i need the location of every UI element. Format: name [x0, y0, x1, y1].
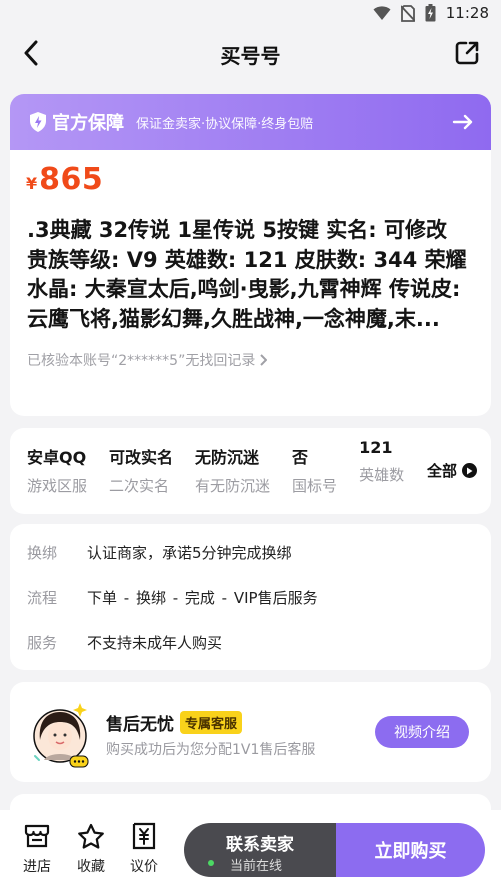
info-key: 换绑: [27, 544, 58, 562]
chevron-right-icon: [260, 354, 268, 366]
battery-icon: [425, 4, 436, 22]
info-row: 流程 下单 - 换绑 - 完成 - VIP售后服务: [27, 575, 474, 620]
service-badge: 专属客服: [180, 711, 243, 734]
service-title: 售后无忧: [106, 715, 174, 735]
buy-now-button[interactable]: 立即购买: [336, 823, 485, 877]
all-attributes-label: 全部: [426, 462, 457, 480]
contact-seller-label: 联系卖家: [226, 835, 294, 855]
info-value: 下单 - 换绑 - 完成 - VIP售后服务: [87, 589, 318, 607]
attribute-item: 否 国标号: [292, 444, 337, 514]
attribute-label: 游戏区服: [27, 477, 88, 495]
price: ¥ 865: [10, 150, 491, 200]
online-indicator: [208, 860, 214, 866]
share-button[interactable]: [451, 37, 483, 69]
guarantee-description: 保证金卖家·协议保障·终身包赔: [136, 116, 314, 132]
info-value: 认证商家，承诺5分钟完成换绑: [87, 544, 292, 562]
bargain-icon: [132, 822, 156, 850]
after-sales-card: 售后无忧 专属客服 购买成功后为您分配1V1售后客服 视频介绍: [10, 682, 491, 782]
store-button[interactable]: 进店: [16, 822, 58, 876]
video-intro-button[interactable]: 视频介绍: [375, 716, 469, 748]
store-label: 进店: [23, 859, 51, 875]
page-title: 买号号: [220, 44, 281, 68]
price-currency: ¥: [26, 174, 38, 193]
bottom-action-bar: 进店 收藏 议价 联系卖家 当前在线 立即购买: [0, 810, 501, 890]
status-bar: 11:28: [0, 0, 501, 28]
info-card: 换绑 认证商家，承诺5分钟完成换绑 流程 下单 - 换绑 - 完成 - VIP售…: [10, 524, 491, 670]
info-value: 不支持未成年人购买: [87, 634, 223, 652]
attribute-item: 无防沉迷 有无防沉迷: [195, 444, 270, 514]
contact-seller-button[interactable]: 联系卖家 当前在线: [184, 823, 336, 877]
attribute-value: 否: [292, 448, 309, 467]
no-sim-icon: [400, 4, 415, 22]
verify-record-link[interactable]: 已核验本账号“2******5”无找回记录: [10, 334, 491, 370]
guarantee-banner[interactable]: 官方保障 保证金卖家·协议保障·终身包赔: [10, 94, 491, 150]
attribute-label: 英雄数: [359, 466, 405, 484]
info-row: 服务 不支持未成年人购买: [27, 620, 474, 665]
attribute-item: 121 英雄数: [359, 438, 404, 514]
listing-description: .3典藏 32传说 1星传说 5按键 实名: 可修改 贵族等级: V9 英雄数:…: [27, 218, 467, 331]
price-value: 865: [39, 162, 104, 197]
service-title-row: 售后无忧 专属客服: [106, 710, 243, 735]
attribute-value: 121: [359, 438, 393, 457]
attributes-list: 安卓QQ 游戏区服 可改实名 二次实名 无防沉迷 有无防沉迷 否 国标号 121…: [10, 428, 420, 514]
shield-icon: [30, 112, 46, 132]
service-description: 购买成功后为您分配1V1售后客服: [106, 742, 316, 758]
status-icons: 11:28: [373, 4, 489, 22]
attribute-label: 国标号: [292, 477, 338, 495]
star-icon: [78, 823, 104, 849]
seller-status: 当前在线: [230, 859, 283, 874]
play-circle-icon: [462, 463, 477, 478]
top-nav: 买号号: [0, 28, 501, 78]
store-icon: [24, 824, 50, 848]
share-icon: [455, 41, 479, 65]
attribute-value: 安卓QQ: [27, 448, 87, 467]
attribute-item: 安卓QQ 游戏区服: [27, 444, 87, 514]
attribute-item: 可改实名 二次实名: [109, 444, 173, 514]
favorite-button[interactable]: 收藏: [70, 822, 112, 876]
info-list: 换绑 认证商家，承诺5分钟完成换绑 流程 下单 - 换绑 - 完成 - VIP售…: [10, 524, 491, 665]
verify-text: 已核验本账号“2******5”无找回记录: [27, 353, 256, 369]
bargain-label: 议价: [130, 859, 158, 875]
info-key: 服务: [27, 634, 58, 652]
info-key: 流程: [27, 589, 58, 607]
guarantee-title: 官方保障: [52, 113, 124, 134]
info-row: 换绑 认证商家，承诺5分钟完成换绑: [27, 530, 474, 575]
clock: 11:28: [445, 4, 489, 22]
attribute-label: 有无防沉迷: [195, 477, 271, 495]
wifi-icon: [373, 6, 391, 20]
attribute-value: 无防沉迷: [195, 448, 260, 467]
listing-card: 官方保障 保证金卖家·协议保障·终身包赔 ¥ 865 .3典藏 32传说 1星传…: [10, 94, 491, 416]
attribute-value: 可改实名: [109, 448, 174, 467]
bargain-button[interactable]: 议价: [123, 822, 165, 876]
attributes-card: 安卓QQ 游戏区服 可改实名 二次实名 无防沉迷 有无防沉迷 否 国标号 121…: [10, 428, 491, 514]
attribute-label: 二次实名: [109, 477, 170, 495]
customer-service-avatar: [33, 703, 89, 768]
all-attributes-button[interactable]: 全部: [427, 460, 477, 481]
favorite-label: 收藏: [77, 859, 105, 875]
arrow-right-icon: [452, 114, 473, 130]
